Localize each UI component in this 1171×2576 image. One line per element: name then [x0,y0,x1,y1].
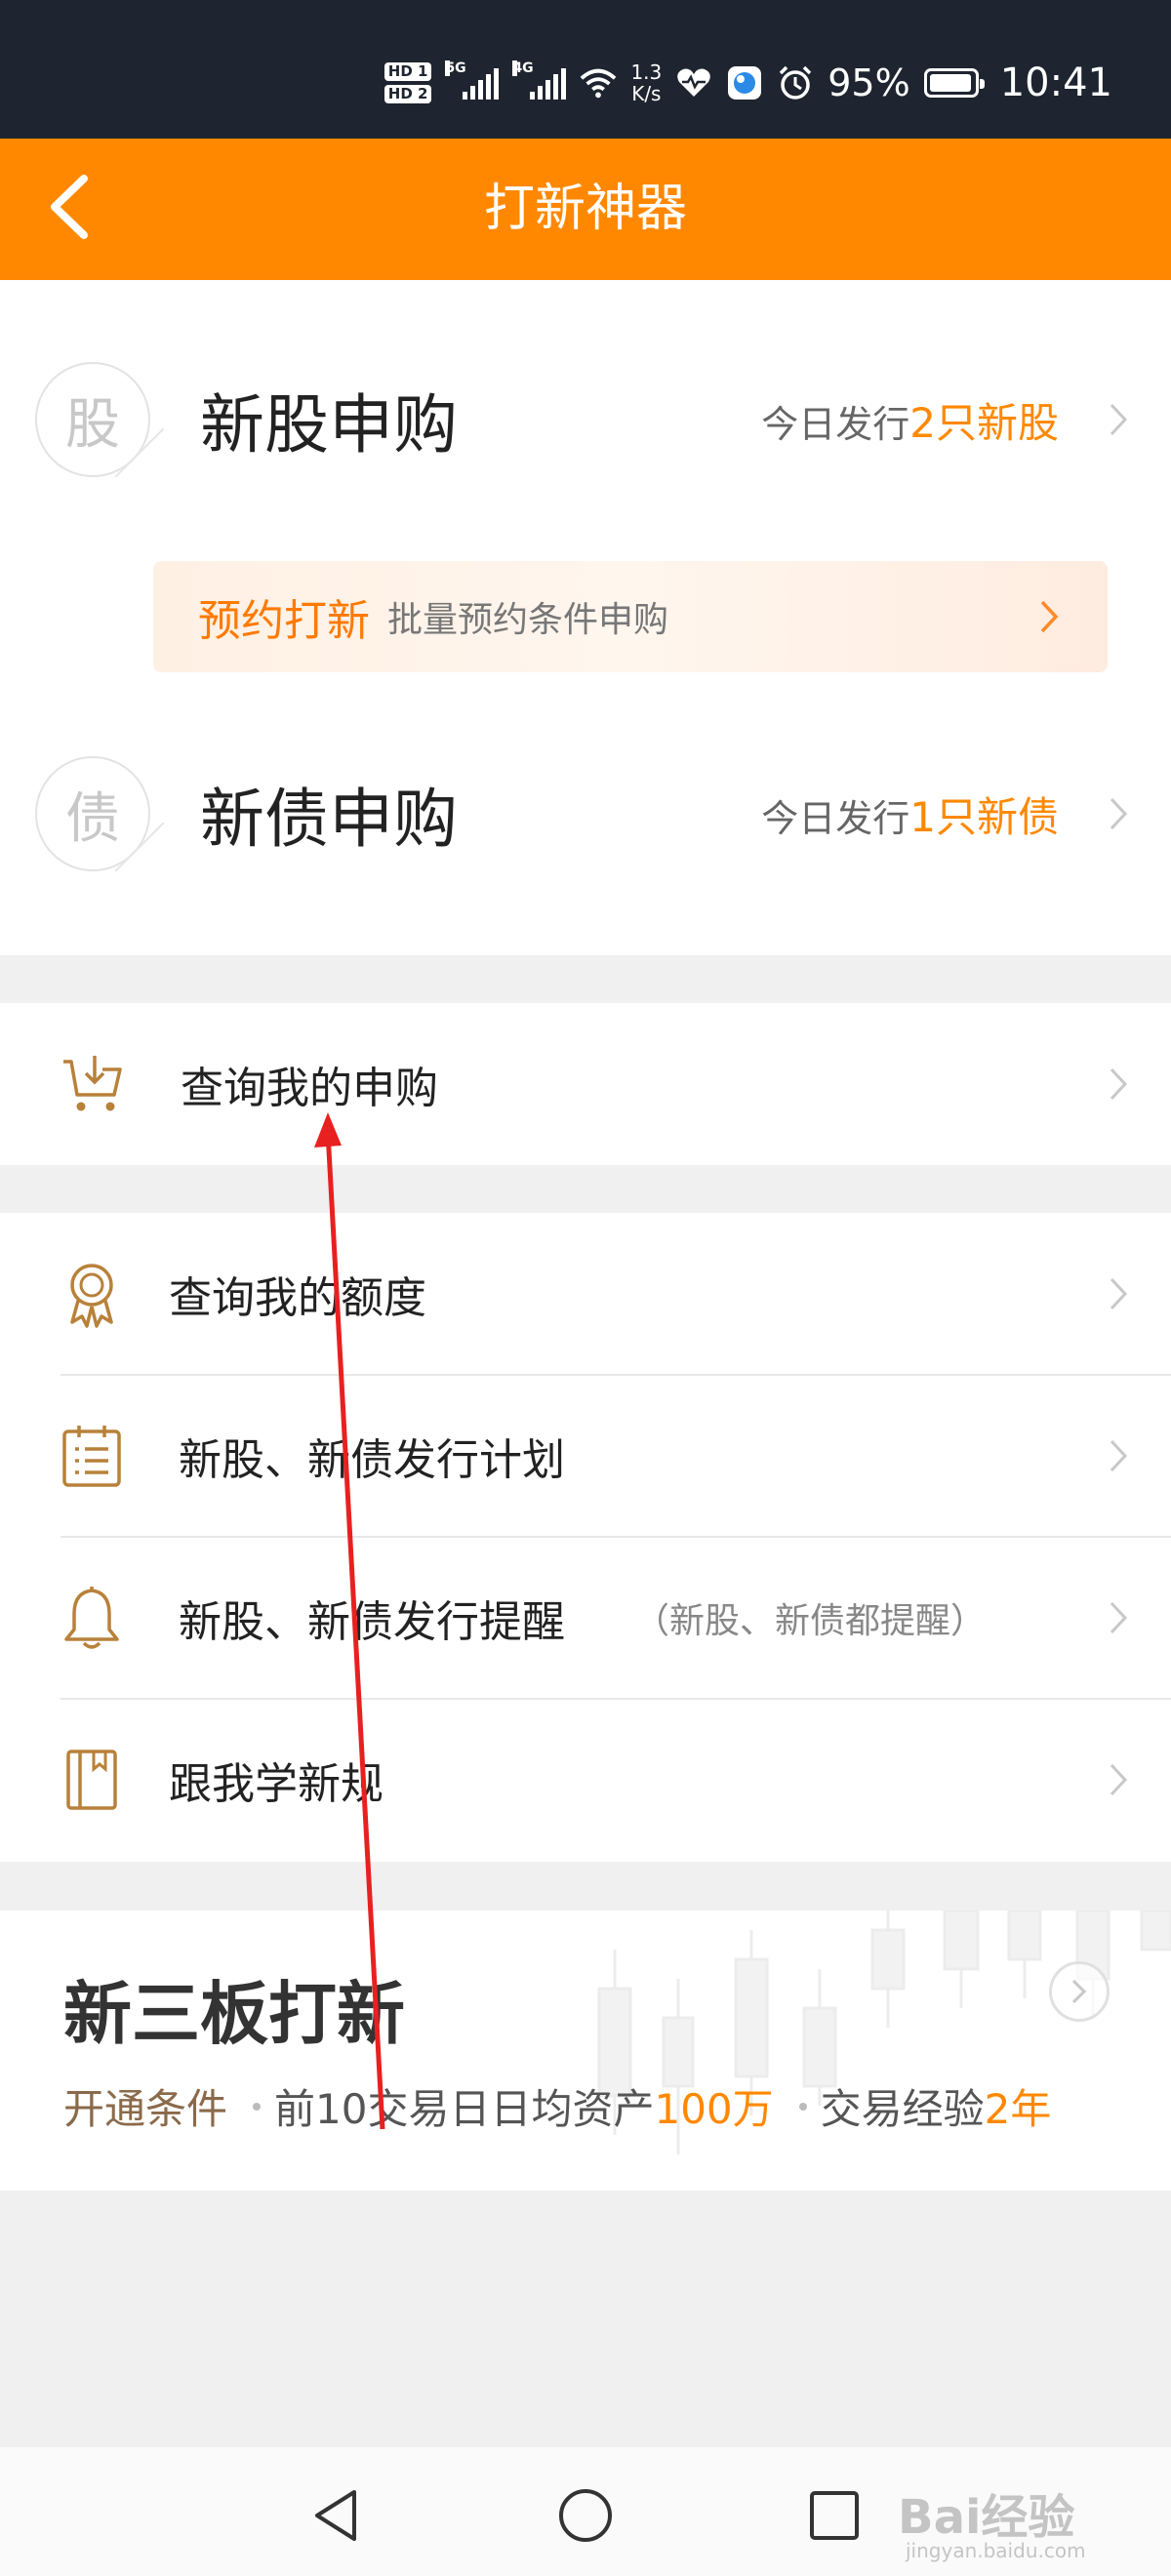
signal-icon: 5G [445,60,500,100]
reserve-subscribe-banner[interactable]: 预约打新 批量预约条件申购 [153,561,1108,672]
bond-subscribe-title: 新债申购 [200,782,458,857]
bullet-dot [798,2102,807,2111]
chevron-right-icon [1107,1760,1130,1799]
nav-home-button[interactable] [546,2476,625,2555]
app-icon [726,64,763,101]
menu-item-label: 跟我学新规 [169,1759,384,1809]
network-type-1: 5G [445,60,466,76]
menu-item-label: 新股、新债发行提醒 [179,1597,565,1647]
battery-percent: 95% [828,61,910,104]
hd-icon: HD 1 HD 2 [384,62,432,103]
wifi-icon [580,64,617,101]
bond-info-prefix: 今日发行 [761,796,910,840]
bond-badge: 债 [35,756,150,871]
nav-back-icon [315,2490,356,2541]
bond-today-info: 今日发行1只新债 [761,785,1059,844]
alarm-icon [777,64,814,101]
chevron-right-icon [1107,1274,1130,1313]
subscription-card: 股 新股申购 今日发行2只新股 预约打新 批量预约条件申购 债 新债申购 今日发… [0,280,1171,955]
cart-download-icon [57,1049,127,1119]
calendar-list-icon [57,1421,127,1491]
signal-icon: 4G [512,60,567,100]
bullet-dot [253,2102,262,2111]
battery-icon [923,68,985,98]
chevron-right-icon [1107,1598,1130,1637]
page-title: 打新神器 [483,180,687,238]
stock-today-info: 今日发行2只新股 [761,390,1059,450]
award-icon [57,1259,127,1329]
watermark-sub: jingyan.baidu.com [906,2539,1086,2562]
reserve-title: 预约打新 [198,596,370,646]
stock-subscribe-title: 新股申购 [200,387,458,463]
chevron-right-icon [1107,1436,1130,1475]
stock-subscribe-row[interactable]: 股 新股申购 今日发行2只新股 [0,322,1171,517]
neeq-title: 新三板打新 [63,1974,405,2054]
chevron-right-icon [1037,597,1061,636]
menu-item-label: 查询我的额度 [169,1273,426,1323]
chevron-right-icon [1107,1065,1130,1104]
stock-count: 2只新股 [909,398,1059,447]
hd1-label: HD 1 [384,62,432,81]
bond-subscribe-row[interactable]: 债 新债申购 今日发行1只新债 [0,716,1171,911]
bell-icon [57,1583,127,1653]
neeq-cond2-text: 交易经验 [820,2085,985,2133]
nav-recents-icon [810,2491,859,2540]
stock-badge: 股 [35,362,150,477]
menu-item-quota[interactable]: 查询我的额度 [0,1213,1171,1375]
neeq-cond-label: 开通条件 [63,2085,228,2133]
menu-item-issue-reminder[interactable]: 新股、新债发行提醒 （新股、新债都提醒） [0,1537,1171,1699]
stock-info-prefix: 今日发行 [761,402,910,446]
book-icon [57,1745,127,1815]
watermark-text: Bai经验 [898,2490,1075,2545]
heart-icon [675,64,712,101]
nav-back-button[interactable] [298,2476,376,2555]
menu-item-new-rules[interactable]: 跟我学新规 [0,1699,1171,1861]
neeq-more-button[interactable] [1049,1961,1110,2022]
candlestick-decoration [597,1911,1171,2154]
app-header: 打新神器 [0,139,1171,280]
bond-count: 1只新债 [909,792,1059,841]
nav-recents-button[interactable] [795,2476,873,2555]
network-speed: 1.3 K/s [630,61,662,104]
chevron-right-icon [1107,794,1130,833]
menu-item-label: 新股、新债发行计划 [179,1435,565,1485]
menu-item-note: （新股、新债都提醒） [634,1601,987,1641]
network-type-2: 4G [512,60,534,76]
query-card: 查询我的申购 [0,1003,1171,1165]
reserve-desc: 批量预约条件申购 [387,600,669,640]
speed-value: 1.3 [630,60,663,84]
menu-item-issue-plan[interactable]: 新股、新债发行计划 [0,1375,1171,1537]
menu-list: 查询我的额度 新股、新债发行计划 新股、新债发行提醒 （新股、新债都提醒） 跟我… [0,1213,1171,1862]
neeq-cond1-text: 前10交易日日均资产 [274,2085,655,2133]
chevron-right-icon [1107,400,1130,439]
neeq-cond2-value: 2年 [984,2085,1052,2133]
neeq-card[interactable]: 新三板打新 开通条件 前10交易日日均资产 100万 交易经验 2年 [0,1911,1171,2191]
hd2-label: HD 2 [384,85,432,103]
query-my-subscriptions-label: 查询我的申购 [181,1064,438,1113]
watermark: Bai经验 jingyan.baidu.com [898,2459,1122,2566]
status-bar: HD 1 HD 2 5G 4G 1.3 K/s 95% 10:41 [0,0,1171,139]
query-my-subscriptions-row[interactable]: 查询我的申购 [0,1003,1171,1165]
neeq-cond1-value: 100万 [654,2085,774,2133]
nav-home-icon [559,2489,612,2542]
neeq-conditions: 开通条件 前10交易日日均资产 100万 交易经验 2年 [63,2076,1051,2136]
speed-unit: K/s [631,82,662,105]
clock: 10:41 [999,60,1112,105]
chevron-right-icon [1071,1979,1087,2004]
